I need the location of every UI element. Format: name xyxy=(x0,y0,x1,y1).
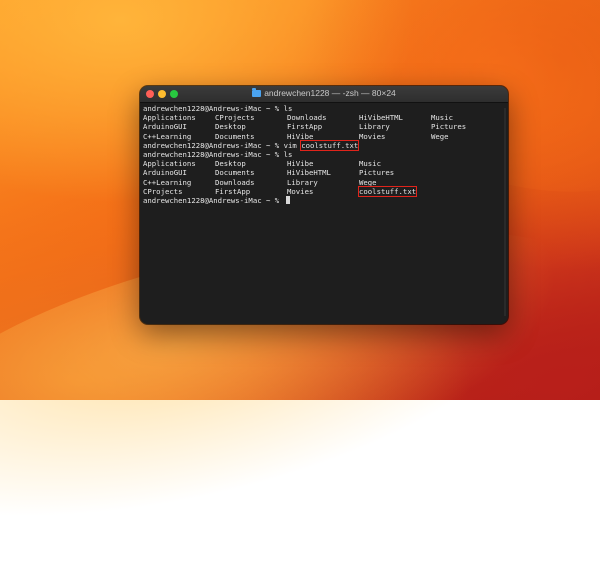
terminal-window[interactable]: andrewchen1228 — -zsh — 80×24 andrewchen… xyxy=(140,86,508,324)
listing-entry: ArduinoGUI xyxy=(143,122,187,132)
listing-entry: Downloads xyxy=(215,177,255,187)
listing-entry xyxy=(431,159,491,168)
listing-entry: Movies xyxy=(359,131,386,141)
shell-prompt: andrewchen1228@Andrews-iMac ~ % xyxy=(143,140,284,150)
listing-entry: Desktop xyxy=(215,159,246,169)
listing-entry: Music xyxy=(431,113,453,123)
listing-entry xyxy=(431,178,491,187)
terminal-line: ArduinoGUI Documents HiVibeHTML Pictures xyxy=(143,168,500,177)
listing-entry: Movies xyxy=(287,186,314,196)
listing-entry: C++Learning xyxy=(143,131,192,141)
terminal-line: andrewchen1228@Andrews-iMac ~ % ls xyxy=(143,104,500,113)
terminal-line: andrewchen1228@Andrews-iMac ~ % ls xyxy=(143,150,500,159)
listing-entry: HiVibe xyxy=(287,131,314,141)
listing-entry: Documents xyxy=(215,131,255,141)
listing-entry: Wege xyxy=(359,177,377,187)
terminal-line: CProjects FirstApp Movies coolstuff.txt xyxy=(143,185,500,197)
listing-entry: HiVibeHTML xyxy=(359,113,403,123)
terminal-line: C++Learning Downloads Library Wege xyxy=(143,178,500,187)
listing-entry: FirstApp xyxy=(215,186,251,196)
listing-entry: Downloads xyxy=(287,113,327,123)
command-text: ls xyxy=(283,149,293,159)
listing-entry: coolstuff.txt xyxy=(357,185,418,197)
terminal-line: Applications CProjects Downloads HiVibeHTML… xyxy=(143,113,500,122)
listing-entry xyxy=(431,168,491,177)
folder-icon xyxy=(252,87,262,97)
terminal-scrollbar[interactable] xyxy=(504,108,506,316)
listing-entry: C++Learning xyxy=(143,177,192,187)
command-argument: coolstuff.txt xyxy=(300,139,360,151)
command-text: vim xyxy=(283,140,297,150)
shell-prompt: andrewchen1228@Andrews-iMac ~ % xyxy=(143,104,284,113)
listing-entry: CProjects xyxy=(143,186,183,196)
listing-entry: HiVibe xyxy=(287,159,314,169)
terminal-line: ArduinoGUI Desktop FirstApp Library Pictures xyxy=(143,122,500,131)
listing-entry: Music xyxy=(359,159,381,169)
listing-entry: FirstApp xyxy=(287,122,323,132)
shell-prompt: andrewchen1228@Andrews-iMac ~ % xyxy=(143,149,284,159)
listing-entry: Pictures xyxy=(431,122,467,132)
terminal-line: andrewchen1228@Andrews-iMac ~ % xyxy=(143,195,500,205)
listing-entry: Documents xyxy=(215,168,255,178)
shell-prompt: andrewchen1228@Andrews-iMac ~ % xyxy=(143,195,284,205)
listing-entry: CProjects xyxy=(215,113,255,123)
text-cursor xyxy=(285,195,290,204)
terminal-line: Applications Desktop HiVibe Music xyxy=(143,159,500,168)
listing-entry: Library xyxy=(359,122,390,132)
listing-entry: Desktop xyxy=(215,122,246,132)
terminal-line: andrewchen1228@Andrews-iMac ~ % vim cool… xyxy=(143,139,500,151)
window-titlebar[interactable]: andrewchen1228 — -zsh — 80×24 xyxy=(140,86,508,103)
terminal-line: C++Learning Documents HiVibe Movies Wege xyxy=(143,132,500,141)
listing-entry: Applications xyxy=(143,159,196,169)
terminal-output[interactable]: andrewchen1228@Andrews-iMac ~ % ls Applic… xyxy=(143,104,500,320)
listing-entry: Pictures xyxy=(359,168,395,178)
window-title-text: andrewchen1228 — -zsh — 80×24 xyxy=(264,88,396,98)
listing-entry: Library xyxy=(287,177,318,187)
window-title: andrewchen1228 — -zsh — 80×24 xyxy=(140,87,508,98)
command-text: ls xyxy=(283,104,293,113)
listing-entry: Wege xyxy=(431,131,449,141)
listing-entry: ArduinoGUI xyxy=(143,168,187,178)
listing-entry: Applications xyxy=(143,113,196,123)
listing-entry xyxy=(431,187,491,196)
listing-entry: HiVibeHTML xyxy=(287,168,331,178)
